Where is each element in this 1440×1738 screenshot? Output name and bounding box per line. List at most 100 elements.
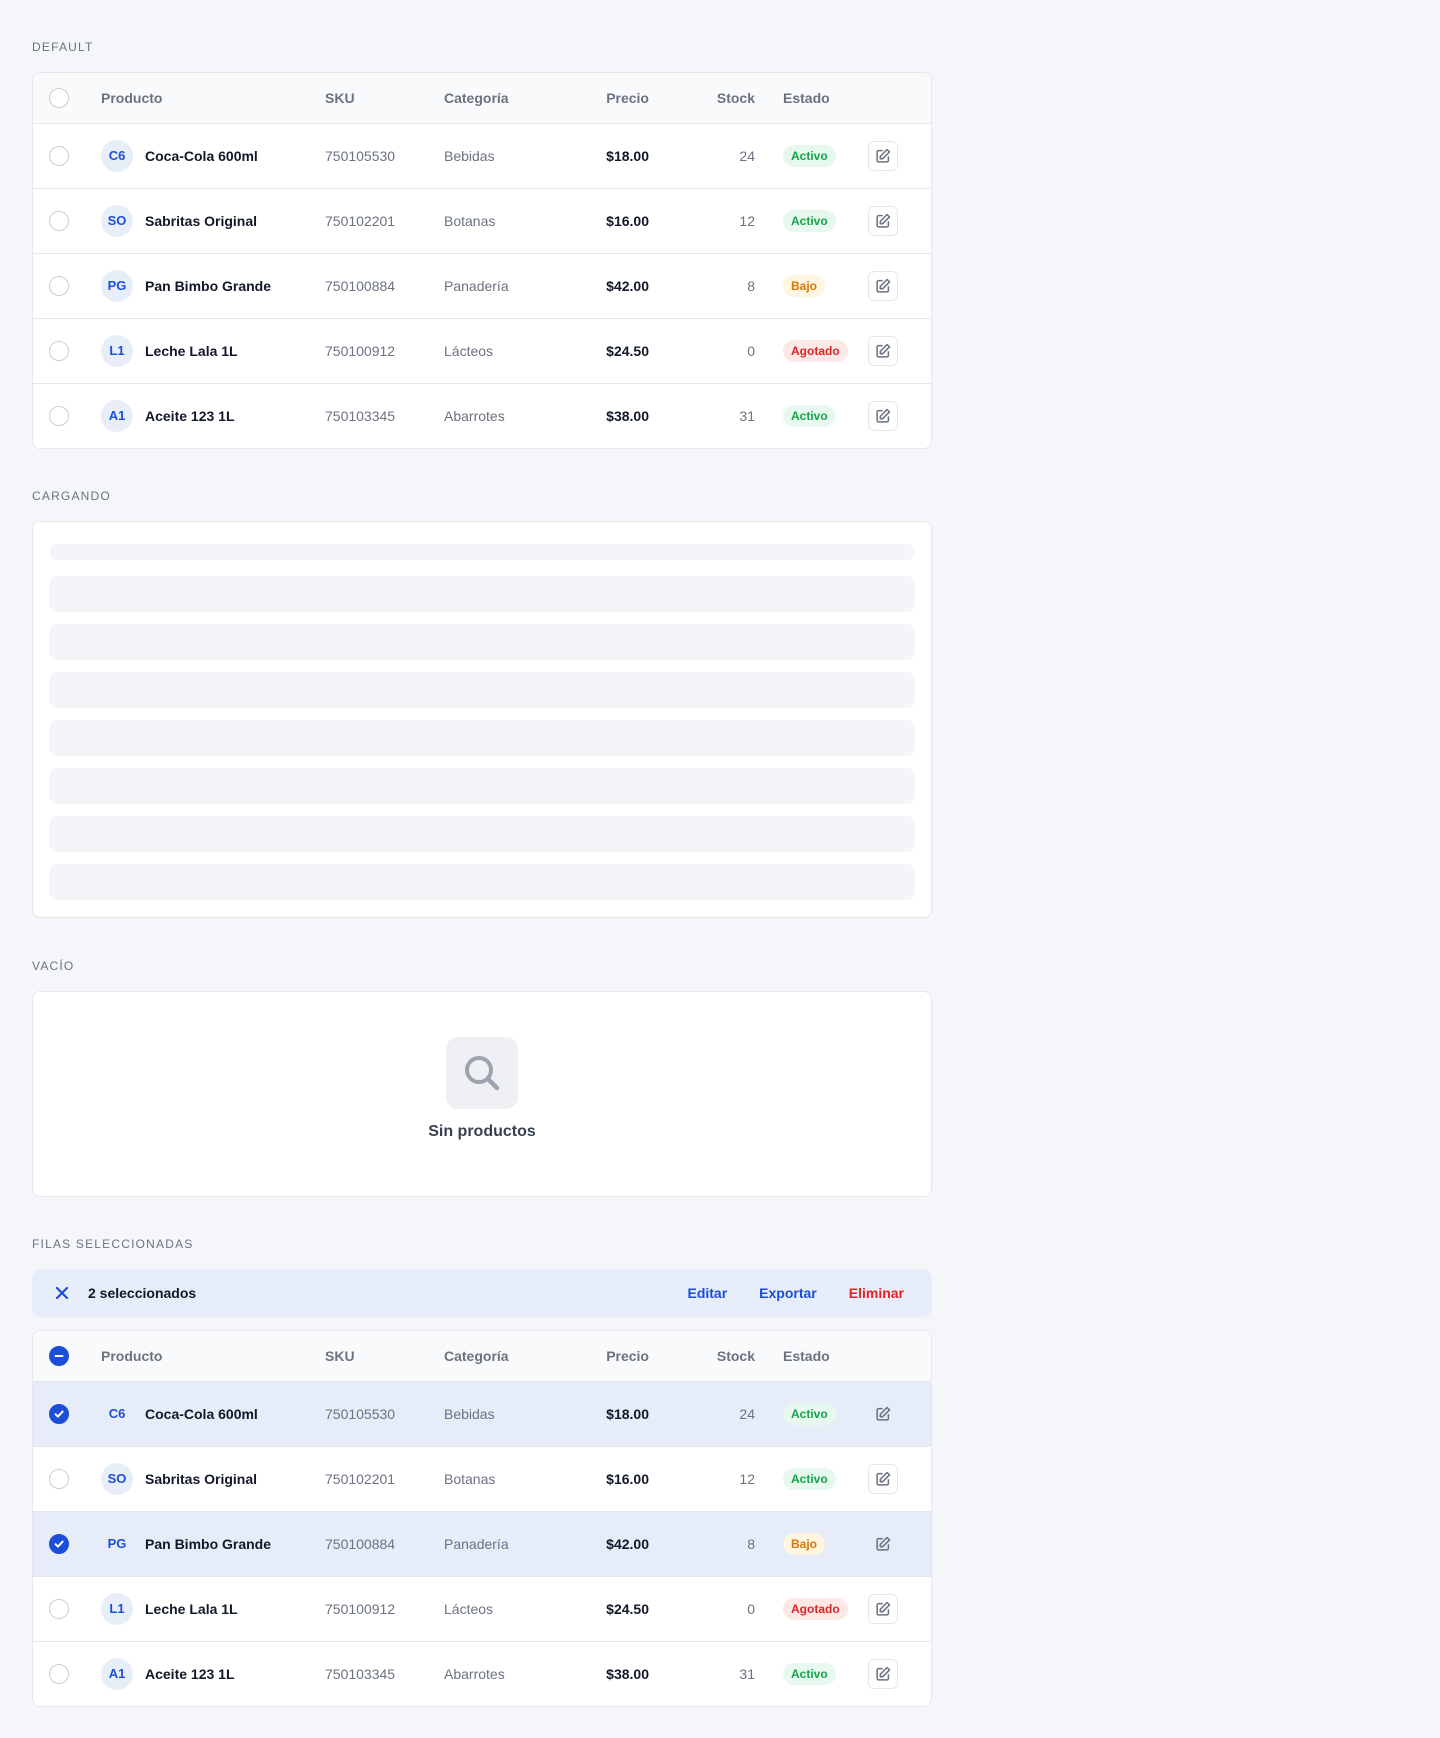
status-badge: Agotado xyxy=(783,1597,848,1620)
row-checkbox[interactable] xyxy=(49,275,69,296)
section-label-default: DEFAULT xyxy=(32,40,94,54)
table-row[interactable]: L1 Leche Lala 1L 750100912 Lácteos $24.50 0 Ag… xyxy=(33,1576,931,1641)
table-row[interactable]: PG Pan Bimbo Grande 750100884 Panadería $42.… xyxy=(33,1511,931,1576)
products-table-default: Producto SKU Categoría Precio Stock Esta… xyxy=(32,72,932,449)
product-price: $38.00 xyxy=(606,1665,649,1682)
column-header-product[interactable]: Producto xyxy=(101,73,325,123)
product-category: Botanas xyxy=(444,212,496,229)
edit-button[interactable] xyxy=(868,1658,898,1689)
column-header-category[interactable]: Categoría xyxy=(444,1331,554,1381)
product-price: $24.50 xyxy=(606,342,649,359)
table-row[interactable]: SO Sabritas Original 750102201 Botanas $16.0… xyxy=(33,1446,931,1511)
edit-button[interactable] xyxy=(868,270,898,301)
table-row[interactable]: A1 Aceite 123 1L 750103345 Abarrotes $38.00 3… xyxy=(33,1641,931,1706)
product-avatar: C6 xyxy=(108,1406,126,1421)
product-avatar: SO xyxy=(101,204,133,237)
bulk-export-button[interactable]: Exportar xyxy=(759,1285,817,1301)
status-badge: Activo xyxy=(783,1662,836,1685)
product-category: Lácteos xyxy=(444,1600,494,1617)
edit-button[interactable] xyxy=(868,1529,898,1559)
product-sku: 750105530 xyxy=(325,1405,396,1422)
edit-button[interactable] xyxy=(868,205,898,236)
edit-icon xyxy=(876,278,891,293)
row-checkbox[interactable] xyxy=(49,145,69,166)
edit-button[interactable] xyxy=(868,1463,898,1494)
section-label-empty: VACÍO xyxy=(32,959,75,973)
section-label-loading: CARGANDO xyxy=(32,489,111,503)
row-checkbox[interactable] xyxy=(49,1468,69,1489)
product-price: $42.00 xyxy=(606,1535,649,1552)
skeleton-row xyxy=(49,816,915,852)
bulk-edit-button[interactable]: Editar xyxy=(687,1285,727,1301)
skeleton-row xyxy=(49,672,915,708)
row-checkbox[interactable] xyxy=(49,1403,69,1424)
skeleton-row xyxy=(49,768,915,804)
product-price: $24.50 xyxy=(606,1600,649,1617)
row-checkbox[interactable] xyxy=(49,1598,69,1619)
skeleton-row xyxy=(49,624,915,660)
status-badge: Bajo xyxy=(783,274,826,297)
product-category: Bebidas xyxy=(444,147,495,164)
selection-count: 2 seleccionados xyxy=(88,1285,197,1301)
table-row[interactable]: C6 Coca-Cola 600ml 750105530 Bebidas $18.00 2… xyxy=(33,123,931,188)
product-name: Aceite 123 1L xyxy=(145,1665,235,1682)
product-sku: 750105530 xyxy=(325,147,396,164)
skeleton-header xyxy=(49,544,915,560)
column-header-state[interactable]: Estado xyxy=(755,1331,868,1381)
status-badge: Activo xyxy=(783,209,836,232)
column-header-stock[interactable]: Stock xyxy=(649,73,755,123)
products-table: Producto SKU Categoría Precio Stock Esta… xyxy=(33,1331,931,1706)
clear-selection-close-icon[interactable] xyxy=(54,1285,70,1301)
column-header-category[interactable]: Categoría xyxy=(444,73,554,123)
product-category: Abarrotes xyxy=(444,407,505,424)
status-badge: Activo xyxy=(783,1467,836,1490)
column-header-stock[interactable]: Stock xyxy=(649,1331,755,1381)
product-sku: 750100912 xyxy=(325,1600,396,1617)
row-checkbox[interactable] xyxy=(49,405,69,426)
table-row[interactable]: SO Sabritas Original 750102201 Botanas $16.0… xyxy=(33,188,931,253)
column-header-product[interactable]: Producto xyxy=(101,1331,325,1381)
search-icon xyxy=(446,1037,518,1109)
bulk-delete-button[interactable]: Eliminar xyxy=(849,1285,904,1301)
product-name: Sabritas Original xyxy=(145,1470,258,1487)
product-price: $18.00 xyxy=(606,1405,649,1422)
products-table-selected: Producto SKU Categoría Precio Stock Esta… xyxy=(32,1330,932,1707)
edit-icon xyxy=(876,213,891,228)
edit-button[interactable] xyxy=(868,400,898,431)
table-row[interactable]: C6 Coca-Cola 600ml 750105530 Bebidas $18.00 2… xyxy=(33,1381,931,1446)
product-avatar: C6 xyxy=(101,139,133,172)
table-header-row: Producto SKU Categoría Precio Stock Esta… xyxy=(33,1331,931,1381)
product-category: Botanas xyxy=(444,1470,496,1487)
product-stock: 8 xyxy=(747,277,755,294)
select-all-checkbox[interactable] xyxy=(49,87,69,108)
table-row[interactable]: PG Pan Bimbo Grande 750100884 Panadería $42.… xyxy=(33,253,931,318)
product-category: Abarrotes xyxy=(444,1665,505,1682)
edit-button[interactable] xyxy=(868,1593,898,1624)
column-header-price[interactable]: Precio xyxy=(554,1331,649,1381)
row-checkbox[interactable] xyxy=(49,210,69,231)
skeleton-row xyxy=(49,720,915,756)
edit-button[interactable] xyxy=(868,140,898,171)
table-row[interactable]: L1 Leche Lala 1L 750100912 Lácteos $24.50 0 Ag… xyxy=(33,318,931,383)
edit-button[interactable] xyxy=(868,1399,898,1429)
status-badge: Bajo xyxy=(783,1532,826,1555)
select-all-checkbox-indeterminate[interactable] xyxy=(49,1345,69,1366)
edit-icon xyxy=(876,148,891,163)
column-header-sku[interactable]: SKU xyxy=(325,1331,444,1381)
product-name: Leche Lala 1L xyxy=(145,342,238,359)
column-header-price[interactable]: Precio xyxy=(554,73,649,123)
column-header-sku[interactable]: SKU xyxy=(325,73,444,123)
row-checkbox[interactable] xyxy=(49,1663,69,1684)
row-checkbox[interactable] xyxy=(49,340,69,361)
products-table: Producto SKU Categoría Precio Stock Esta… xyxy=(33,73,931,448)
product-avatar: A1 xyxy=(101,399,133,432)
status-badge: Activo xyxy=(783,404,836,427)
table-row[interactable]: A1 Aceite 123 1L 750103345 Abarrotes $38.00 3… xyxy=(33,383,931,448)
section-label-selected: FILAS SELECCIONADAS xyxy=(32,1237,194,1251)
edit-button[interactable] xyxy=(868,335,898,366)
column-header-state[interactable]: Estado xyxy=(755,73,868,123)
row-checkbox[interactable] xyxy=(49,1533,69,1554)
product-stock: 8 xyxy=(747,1535,755,1552)
product-name: Coca-Cola 600ml xyxy=(145,1405,258,1422)
product-name: Aceite 123 1L xyxy=(145,407,235,424)
